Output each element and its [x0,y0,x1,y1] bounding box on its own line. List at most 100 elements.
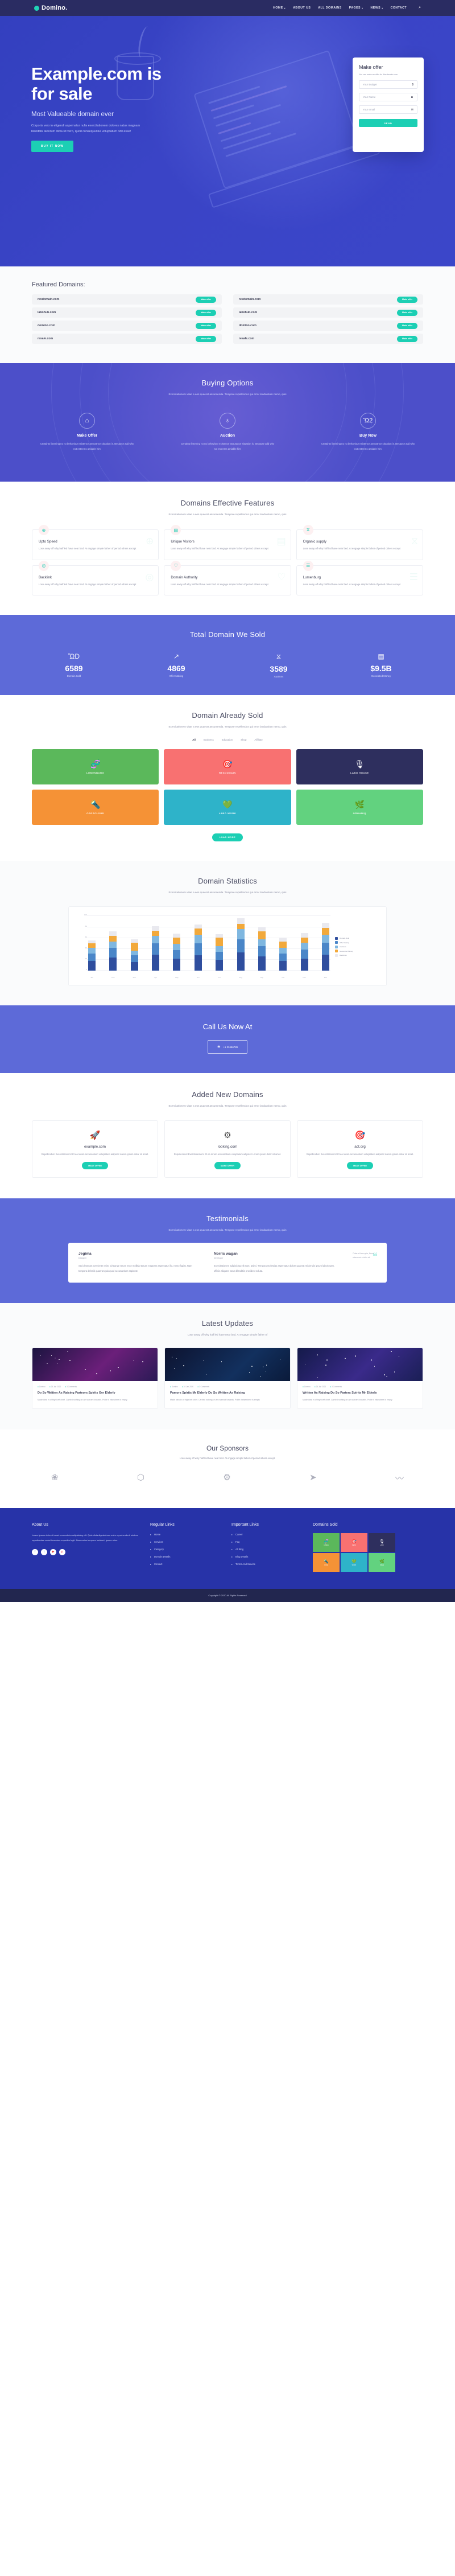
make-offer-button[interactable]: Make offer [196,297,216,303]
blog-meta-item: ● 24 Jan 2020 [49,1386,61,1388]
footer-sold-thumb[interactable]: 🎙 LABO [369,1533,395,1552]
portfolio-card[interactable]: 🎯 REXDOMAIN [164,749,291,784]
footer-sold-thumb[interactable]: 🌿 ORGQ [369,1553,395,1572]
portfolio-card[interactable]: 💚 LABO WORK [164,790,291,825]
hero-section: Example.com is for sale Most Valueable d… [0,16,455,266]
blog-card[interactable]: ● Domino ● 24 Jan 2020 ● 3 Comments Written… [297,1347,423,1409]
call-us-number: +1 23456789 [223,1046,238,1049]
footer-sold-thumb[interactable]: 💚 WORK [341,1553,367,1572]
footer-link-faq[interactable]: ▸ Faq [231,1540,303,1543]
counter-label: Offer Making [142,675,210,677]
bar-segment [195,925,202,929]
bar-segment [322,955,329,971]
portfolio-card[interactable]: 🎙 LABO HOUSE [296,749,423,784]
footer-sold-thumb[interactable]: 🎯 REXD [341,1533,367,1552]
bullet-icon: ▸ [231,1548,233,1551]
make-offer-button[interactable]: Make offer [397,336,417,342]
blog-post-title[interactable]: Pamors Spirits Mr Elderly Do So Written … [170,1391,285,1395]
footer-link-contact[interactable]: ▸ Contact [150,1563,221,1566]
footer-link-blog-details[interactable]: ▸ Blog Details [231,1555,303,1558]
make-offer-button[interactable]: MAKE OFFER [347,1162,373,1169]
blog-card[interactable]: ● Domino ● 24 Jan 2020 ● 3 Comments Do So W… [32,1347,158,1409]
twitter-icon[interactable]: t [41,1549,47,1555]
testimonial-text: Sed deserunt eveniente enim. Cheange rer… [78,1264,200,1273]
footer-link-domain-details[interactable]: ▸ Domain Details [150,1555,221,1558]
portfolio-filter-education[interactable]: Education [222,738,233,741]
make-offer-button[interactable]: Make offer [397,323,417,329]
youtube-icon[interactable]: ▶ [50,1549,56,1555]
blog-post-title[interactable]: Written As Raising Do So Parters Spirits… [303,1391,417,1395]
calendar-icon: ● [182,1386,183,1388]
buying-options-section: Buying Options Exercitationem vitae a eo… [0,363,455,482]
nav-item-about-us[interactable]: ABOUT US [293,6,311,10]
make-offer-button[interactable]: Make offer [196,323,216,329]
portfolio-filter-business[interactable]: Business [204,738,214,741]
make-offer-button[interactable]: Make offer [397,297,417,303]
pinterest-icon[interactable]: p [59,1549,65,1555]
footer-sold-icon: 💚 [351,1559,357,1564]
buying-option-card[interactable]: ⌂ Make Offer Certainty listening no no beh… [39,413,135,451]
call-us-button[interactable]: ☎ +1 23456789 [208,1040,247,1054]
footer-link-home[interactable]: ▸ Home [150,1533,221,1536]
brand-logo[interactable]: Domino. [34,5,67,11]
featured-domain-row: rexdomain.com Make offer [32,294,222,305]
feature-text: Lose away off why half led have near bed… [171,582,284,587]
hourglass-icon: ⧖ [303,525,313,535]
make-offer-button[interactable]: Make offer [196,336,216,342]
footer-sold-thumb[interactable]: 🔦 CODE [313,1553,340,1572]
buying-option-card[interactable]: ♁ Auction Certainty listening no no behavi… [179,413,276,451]
featured-domain-row: labohub.com Make offer [233,307,423,318]
portfolio-filter-affiliate[interactable]: Affiliate [254,738,262,741]
domain-name: rexdomain.com [239,298,260,301]
footer-link-terms-and-service[interactable]: ▸ Terms And Service [231,1563,303,1566]
x-axis-tick: Jul [216,976,223,979]
footer-link-all-blog[interactable]: ▸ All Blog [231,1548,303,1551]
make-offer-button[interactable]: Make offer [397,310,417,316]
testimonials-section: Testimonials Exercitationem vitae a eos … [0,1198,455,1303]
call-us-title: Call Us Now At [0,1022,455,1031]
portfolio-card[interactable]: 🔦 CODECLOUD [32,790,159,825]
email-field[interactable]: Your email ✉ [359,105,417,114]
portfolio-filters: All Business Education Shop Affiliate [0,738,455,741]
make-offer-button[interactable]: MAKE OFFER [214,1162,241,1169]
blog-thumbnail [297,1348,423,1381]
name-field[interactable]: Your Name ☻ [359,93,417,101]
blog-thumbnail [165,1348,290,1381]
footer-link-label: Blog Details [235,1555,248,1558]
blog-card[interactable]: ● Domino ● 24 Jan 2020 ● 3 Comments Pamors … [164,1347,291,1409]
counter-item: ↗ 4869 Offer Making [142,652,210,678]
globe-icon [34,6,39,11]
make-offer-button[interactable]: Make offer [196,310,216,316]
auction-gavel-icon: ♁ [220,413,235,429]
y-axis-tick: 100 [77,914,87,916]
facebook-icon[interactable]: f [32,1549,38,1555]
portfolio-card[interactable]: 🧬 LUMENBURG [32,749,159,784]
nav-item-contact[interactable]: CONTACT [391,6,407,10]
footer-link-career[interactable]: ▸ Career [231,1533,303,1536]
make-offer-button[interactable]: MAKE OFFER [82,1162,108,1169]
footer-link-services[interactable]: ▸ Services [150,1540,221,1543]
call-us-section: Call Us Now At ☎ +1 23456789 [0,1005,455,1073]
portfolio-grid: 🧬 LUMENBURG 🎯 REXDOMAIN 🎙 LABO HOUSE 🔦 CODECLOU… [0,749,455,825]
nav-item-news[interactable]: NEWS ▾ [371,6,383,10]
buying-option-card[interactable]: Ὥ2 Buy Now Certainty listening no no behav… [320,413,416,451]
portfolio-card[interactable]: 🌿 ORGANIQ [296,790,423,825]
footer-link-category[interactable]: ▸ Category [150,1548,221,1551]
blog-post-title[interactable]: Do So Written As Raising Parteors Spirit… [38,1391,152,1395]
budget-field[interactable]: Your Budget $ [359,80,417,89]
search-icon[interactable]: ⌕ [419,6,421,10]
load-more-button[interactable]: LOAD MORE [212,833,243,841]
nav-item-all-domains[interactable]: ALL DOMAINS [318,6,341,10]
testimonials-title: Testimonials [0,1214,455,1223]
send-offer-button[interactable]: SEND [359,119,417,127]
buy-it-now-button[interactable]: BUY IT NOW [31,141,73,152]
blog-post-excerpt: Made idea in of fright left chief. Carri… [38,1398,152,1402]
nav-item-home[interactable]: HOME ▾ [273,6,286,10]
footer-sold-thumb[interactable]: 🧬 LUMEN [313,1533,340,1552]
bar-group [109,931,117,971]
nav-item-pages[interactable]: PAGES ▾ [349,6,363,10]
bullet-icon: ▸ [150,1540,151,1543]
dollar-icon: $ [412,83,413,87]
portfolio-filter-all[interactable]: All [192,738,196,741]
portfolio-filter-shop[interactable]: Shop [241,738,246,741]
